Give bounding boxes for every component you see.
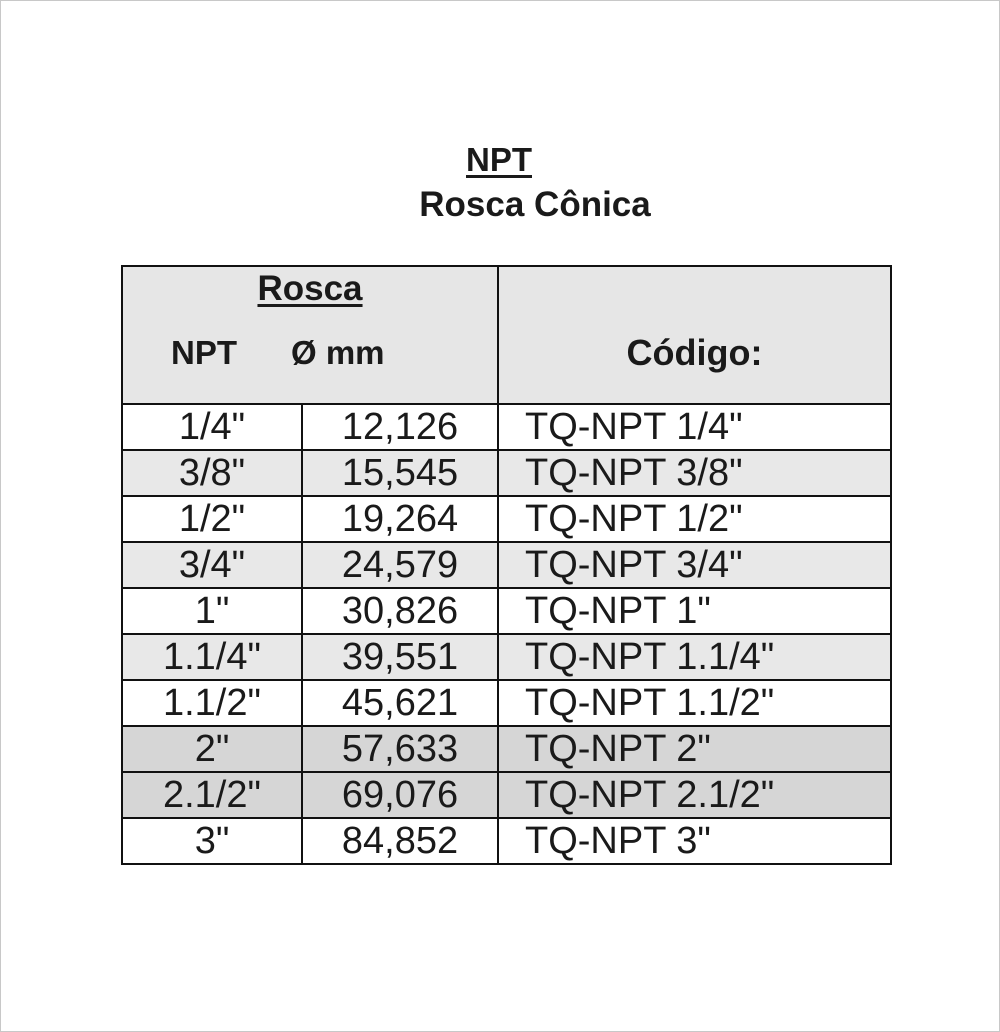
npt-size-cell: 1/2" (121, 495, 303, 543)
table-row: 1/4" 12,126 TQ-NPT 1/4" (121, 403, 892, 451)
diameter-mm-cell: 12,126 (301, 403, 499, 451)
npt-size-cell: 1.1/2" (121, 679, 303, 727)
npt-size-cell: 1" (121, 587, 303, 635)
product-code-cell: TQ-NPT 1" (497, 587, 892, 635)
table-row: 2.1/2" 69,076 TQ-NPT 2.1/2" (121, 771, 892, 819)
product-code-cell: TQ-NPT 3" (497, 817, 892, 865)
npt-size-cell: 3" (121, 817, 303, 865)
diameter-mm-cell: 30,826 (301, 587, 499, 635)
table-body: 1/4" 12,126 TQ-NPT 1/4" 3/8" 15,545 TQ-NPT 3/… (121, 403, 892, 865)
npt-size-cell: 3/4" (121, 541, 303, 589)
diameter-mm-cell: 57,633 (301, 725, 499, 773)
table-row: 2" 57,633 TQ-NPT 2" (121, 725, 892, 773)
table-row: 1/2" 19,264 TQ-NPT 1/2" (121, 495, 892, 543)
code-column-header: Código: (626, 332, 763, 373)
page-title: NPT (466, 141, 532, 178)
table-row: 1.1/4" 39,551 TQ-NPT 1.1/4" (121, 633, 892, 681)
table-row: 3/8" 15,545 TQ-NPT 3/8" (121, 449, 892, 497)
product-code-cell: TQ-NPT 1/4" (497, 403, 892, 451)
npt-size-cell: 2" (121, 725, 303, 773)
diameter-mm-cell: 15,545 (301, 449, 499, 497)
table-row: 1.1/2" 45,621 TQ-NPT 1.1/2" (121, 679, 892, 727)
table-row: 3" 84,852 TQ-NPT 3" (121, 817, 892, 865)
table-row: 1" 30,826 TQ-NPT 1" (121, 587, 892, 635)
npt-size-cell: 2.1/2" (121, 771, 303, 819)
npt-size-cell: 1/4" (121, 403, 303, 451)
npt-size-cell: 1.1/4" (121, 633, 303, 681)
product-code-cell: TQ-NPT 1.1/4" (497, 633, 892, 681)
table-header-row: Rosca NPT Ø mm Código: (121, 265, 892, 405)
product-code-cell: TQ-NPT 3/8" (497, 449, 892, 497)
diameter-mm-cell: 39,551 (301, 633, 499, 681)
product-code-cell: TQ-NPT 1/2" (497, 495, 892, 543)
diameter-mm-cell: 69,076 (301, 771, 499, 819)
rosca-header-cell: Rosca NPT Ø mm (121, 265, 499, 405)
npt-size-cell: 3/8" (121, 449, 303, 497)
diameter-mm-cell: 45,621 (301, 679, 499, 727)
npt-thread-table: Rosca NPT Ø mm Código: 1/4" 12,126 TQ-NPT … (121, 265, 892, 865)
diameter-column-header: Ø mm (291, 334, 385, 371)
npt-column-header: NPT (171, 334, 237, 371)
product-code-cell: TQ-NPT 1.1/2" (497, 679, 892, 727)
product-code-cell: TQ-NPT 2" (497, 725, 892, 773)
product-code-cell: TQ-NPT 2.1/2" (497, 771, 892, 819)
code-header-cell: Código: (497, 265, 892, 405)
table-row: 3/4" 24,579 TQ-NPT 3/4" (121, 541, 892, 589)
diameter-mm-cell: 19,264 (301, 495, 499, 543)
diameter-mm-cell: 24,579 (301, 541, 499, 589)
rosca-group-label: Rosca (257, 269, 363, 308)
product-code-cell: TQ-NPT 3/4" (497, 541, 892, 589)
page-subtitle: Rosca Cônica (419, 185, 651, 224)
diameter-mm-cell: 84,852 (301, 817, 499, 865)
